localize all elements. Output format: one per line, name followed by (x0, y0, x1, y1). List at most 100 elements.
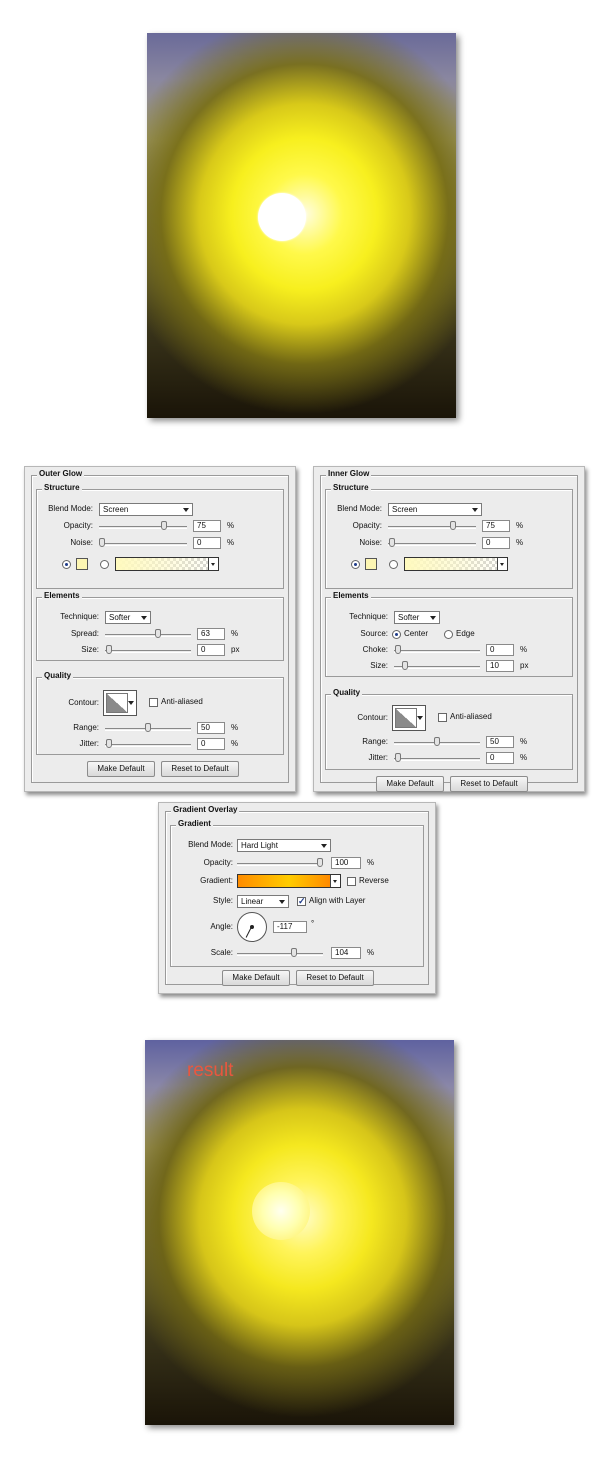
contour-label: Contour: (357, 713, 388, 722)
jitter-unit: % (231, 739, 239, 748)
blend-mode-select[interactable]: Screen (388, 503, 482, 516)
anti-aliased-checkbox[interactable] (438, 713, 447, 722)
scale-slider[interactable] (237, 948, 323, 957)
jitter-label: Jitter: (79, 739, 99, 748)
jitter-slider[interactable] (394, 753, 480, 762)
opacity-slider-thumb[interactable] (317, 858, 323, 867)
size-slider[interactable] (394, 661, 480, 670)
contour-picker[interactable] (392, 705, 426, 731)
outer-glow-dialog: Outer Glow Structure Blend Mode: Screen … (24, 466, 296, 792)
technique-value: Softer (398, 613, 420, 622)
jitter-input[interactable]: 0 (486, 752, 514, 764)
technique-select[interactable]: Softer (394, 611, 440, 624)
opacity-input[interactable]: 75 (193, 520, 221, 532)
size-slider-thumb[interactable] (402, 661, 408, 670)
range-slider-thumb[interactable] (145, 723, 151, 732)
size-unit: px (520, 661, 529, 670)
solid-color-radio[interactable] (62, 560, 71, 569)
solid-color-radio[interactable] (351, 560, 360, 569)
noise-slider-thumb[interactable] (99, 538, 105, 547)
jitter-unit: % (520, 753, 528, 762)
opacity-slider-thumb[interactable] (160, 521, 167, 530)
opacity-slider[interactable] (237, 858, 323, 867)
contour-picker[interactable] (103, 690, 137, 716)
range-input[interactable]: 50 (197, 722, 225, 734)
glow-color-swatch[interactable] (76, 558, 88, 570)
gradient-radio[interactable] (100, 560, 109, 569)
opacity-unit: % (367, 858, 375, 867)
range-slider-thumb[interactable] (434, 737, 440, 746)
range-input[interactable]: 50 (486, 736, 514, 748)
spread-slider-thumb[interactable] (155, 629, 162, 638)
reverse-checkbox[interactable] (347, 877, 356, 886)
spread-input[interactable]: 63 (197, 628, 225, 640)
angle-input[interactable]: -117 (273, 921, 307, 933)
source-edge-radio[interactable] (444, 630, 453, 639)
source-center-radio[interactable] (392, 630, 401, 639)
noise-slider-thumb[interactable] (389, 538, 395, 547)
elements-legend: Elements (331, 591, 371, 600)
style-select[interactable]: Linear (237, 895, 289, 908)
size-slider[interactable] (105, 645, 191, 654)
noise-label: Noise: (70, 538, 93, 547)
reset-to-default-button[interactable]: Reset to Default (161, 761, 239, 777)
noise-slider[interactable] (388, 538, 476, 547)
range-slider[interactable] (105, 723, 191, 732)
gradient-legend: Gradient (176, 819, 213, 828)
size-slider-thumb[interactable] (106, 645, 112, 654)
opacity-input[interactable]: 100 (331, 857, 361, 869)
jitter-slider-thumb[interactable] (395, 753, 401, 762)
angle-dial[interactable] (237, 912, 267, 942)
opacity-input[interactable]: 75 (482, 520, 510, 532)
chevron-down-icon (430, 616, 436, 620)
jitter-slider[interactable] (105, 739, 191, 748)
inner-elements-group: Elements Technique: Softer Source: Cente… (325, 591, 573, 677)
range-slider[interactable] (394, 737, 480, 746)
blend-mode-select[interactable]: Hard Light (237, 839, 331, 852)
glow-gradient-picker[interactable] (404, 557, 508, 571)
opacity-unit: % (227, 521, 235, 530)
artwork-before (147, 33, 456, 418)
gradient-picker[interactable] (237, 874, 341, 888)
scale-slider-thumb[interactable] (291, 948, 297, 957)
align-with-layer-checkbox[interactable]: ✓ (297, 897, 306, 906)
blend-mode-select[interactable]: Screen (99, 503, 193, 516)
noise-slider[interactable] (99, 538, 187, 547)
opacity-slider[interactable] (99, 521, 187, 530)
choke-slider-thumb[interactable] (395, 645, 401, 654)
blend-mode-label: Blend Mode: (188, 840, 233, 849)
spread-slider[interactable] (105, 629, 191, 638)
chevron-down-icon (330, 875, 340, 887)
size-input[interactable]: 0 (197, 644, 225, 656)
reset-to-default-button[interactable]: Reset to Default (296, 970, 374, 986)
choke-input[interactable]: 0 (486, 644, 514, 656)
noise-label: Noise: (359, 538, 382, 547)
scale-label: Scale: (210, 948, 233, 957)
gradient-label: Gradient: (200, 876, 233, 885)
opacity-slider[interactable] (388, 521, 476, 530)
make-default-button[interactable]: Make Default (87, 761, 155, 777)
reset-to-default-button[interactable]: Reset to Default (450, 776, 528, 792)
jitter-input[interactable]: 0 (197, 738, 225, 750)
anti-aliased-checkbox[interactable] (149, 698, 158, 707)
choke-slider[interactable] (394, 645, 480, 654)
chevron-down-icon (128, 701, 134, 705)
technique-select[interactable]: Softer (105, 611, 151, 624)
style-value: Linear (241, 897, 264, 906)
source-label: Source: (360, 629, 388, 638)
outer-glow-frame: Outer Glow Structure Blend Mode: Screen … (31, 469, 289, 783)
make-default-button[interactable]: Make Default (376, 776, 444, 792)
glow-gradient-picker[interactable] (115, 557, 219, 571)
jitter-slider-thumb[interactable] (106, 739, 112, 748)
scale-input[interactable]: 104 (331, 947, 361, 959)
choke-label: Choke: (362, 645, 388, 654)
glow-color-swatch[interactable] (365, 558, 377, 570)
noise-input[interactable]: 0 (482, 537, 510, 549)
inner-glow-title: Inner Glow (326, 469, 372, 478)
chevron-down-icon (279, 900, 285, 904)
noise-input[interactable]: 0 (193, 537, 221, 549)
gradient-radio[interactable] (389, 560, 398, 569)
make-default-button[interactable]: Make Default (222, 970, 290, 986)
size-input[interactable]: 10 (486, 660, 514, 672)
opacity-slider-thumb[interactable] (449, 521, 456, 530)
